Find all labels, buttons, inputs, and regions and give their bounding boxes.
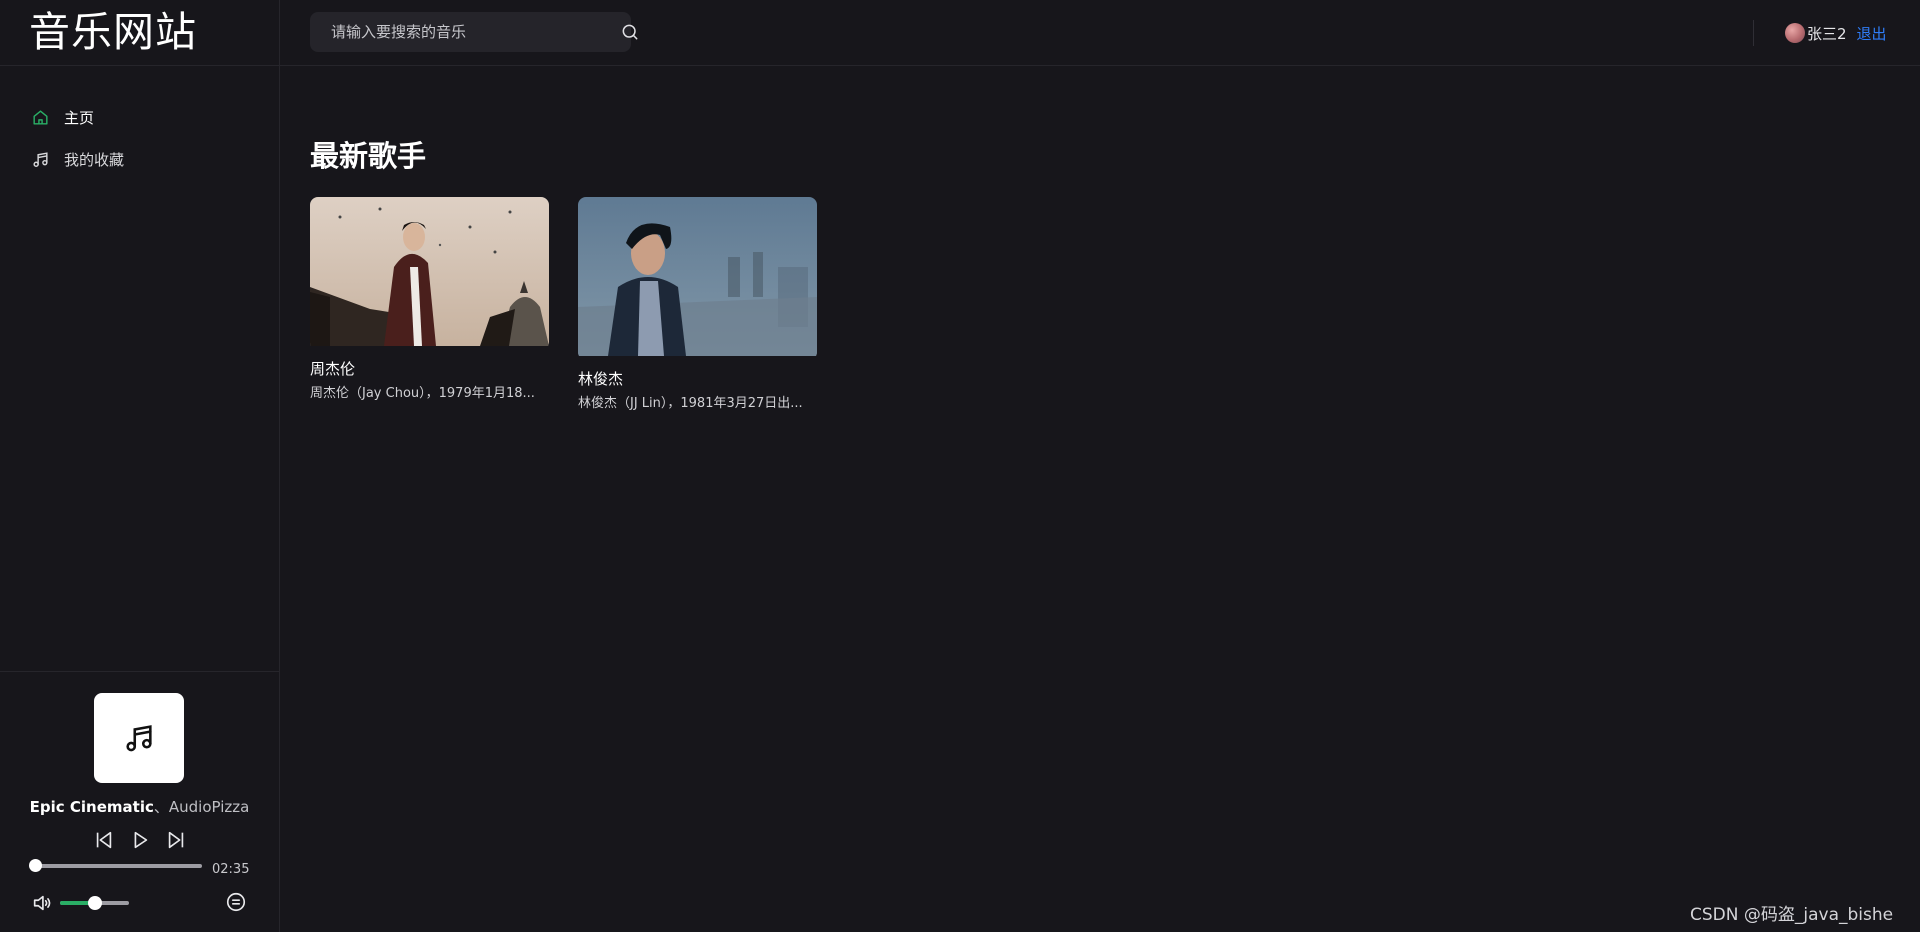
search-input[interactable] xyxy=(310,12,590,52)
site-logo[interactable]: 音乐网站 xyxy=(0,0,279,66)
user-menu: 张三2 退出 xyxy=(1785,21,1887,45)
search-box xyxy=(310,12,638,52)
singer-description: 周杰伦（Jay Chou），1979年1月18... xyxy=(310,386,535,401)
playlist-icon[interactable] xyxy=(225,891,247,913)
search-icon[interactable] xyxy=(620,22,640,42)
sidebar-item-home[interactable]: 主页 xyxy=(0,96,279,138)
track-separator: 、 xyxy=(153,798,169,816)
sidebar-item-label: 我的收藏 xyxy=(64,150,125,169)
volume-slider[interactable] xyxy=(60,896,129,910)
track-artist: AudioPizza xyxy=(168,798,250,816)
music-player: Epic Cinematic、AudioPizza 02:35 xyxy=(0,671,279,932)
sidebar-nav: 主页 我的收藏 xyxy=(0,66,279,180)
playback-controls xyxy=(93,827,187,853)
home-icon xyxy=(33,109,48,125)
username: 张三2 xyxy=(1807,24,1847,43)
sidebar-item-label: 主页 xyxy=(64,108,95,127)
track-duration: 02:35 xyxy=(212,862,250,877)
progress-handle[interactable] xyxy=(29,859,42,872)
watermark: CSDN @码盗_java_bishe xyxy=(1690,905,1894,925)
progress-slider[interactable] xyxy=(29,859,202,873)
logout-link[interactable]: 退出 xyxy=(1857,23,1887,44)
music-note-icon xyxy=(33,151,48,167)
top-header: 张三2 退出 xyxy=(280,0,1920,66)
singer-description: 林俊杰（JJ Lin），1981年3月27日出... xyxy=(578,396,803,411)
sidebar-item-favorites[interactable]: 我的收藏 xyxy=(0,138,279,180)
track-title: Epic Cinematic xyxy=(29,798,154,816)
singer-photo[interactable] xyxy=(310,197,549,350)
previous-icon[interactable] xyxy=(93,829,115,851)
avatar[interactable] xyxy=(1785,23,1805,43)
progress-track xyxy=(31,864,202,868)
singer-card[interactable]: 林俊杰 林俊杰（JJ Lin），1981年3月27日出... xyxy=(578,197,817,411)
next-icon[interactable] xyxy=(165,829,187,851)
singer-photo[interactable] xyxy=(578,197,817,360)
singer-name[interactable]: 周杰伦 xyxy=(310,358,549,379)
section-title: 最新歌手 xyxy=(310,139,427,173)
volume-handle[interactable] xyxy=(87,896,102,910)
singer-card[interactable]: 周杰伦 周杰伦（Jay Chou），1979年1月18... xyxy=(310,197,549,401)
play-icon[interactable] xyxy=(129,829,151,851)
album-cover xyxy=(94,693,184,783)
header-divider xyxy=(1753,20,1754,46)
track-info: Epic Cinematic、AudioPizza xyxy=(0,796,279,817)
music-note-icon xyxy=(126,725,152,752)
volume-icon[interactable] xyxy=(31,892,53,914)
sidebar: 音乐网站 主页 我的收藏 Epic Cinematic、AudioPizza 0… xyxy=(0,0,280,932)
singer-name[interactable]: 林俊杰 xyxy=(578,368,817,389)
